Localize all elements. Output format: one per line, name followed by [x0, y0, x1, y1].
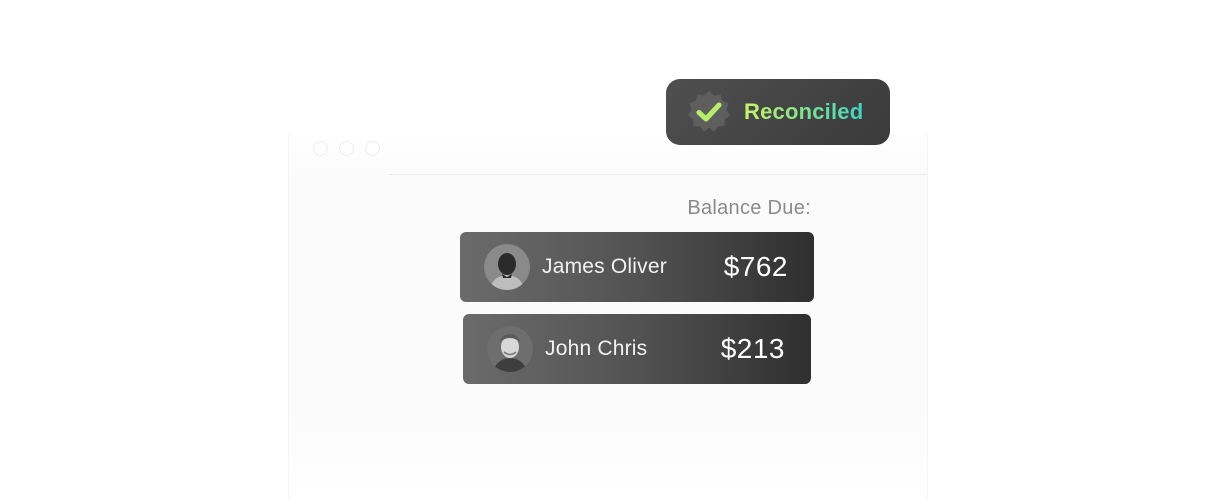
stage: Reconciled Balance Due: James Oliver $76… — [0, 0, 1216, 500]
verified-check-icon — [686, 89, 732, 135]
avatar — [487, 326, 533, 372]
window-controls — [313, 141, 380, 156]
window-divider — [389, 174, 927, 175]
balance-due-label: Balance Due: — [687, 197, 811, 219]
payee-amount: $213 — [720, 333, 785, 364]
payee-row[interactable]: James Oliver $762 — [460, 232, 814, 302]
reconciled-badge: Reconciled — [666, 79, 890, 145]
payee-name: John Chris — [545, 337, 648, 360]
window-close-dot[interactable] — [313, 141, 328, 156]
payee-name: James Oliver — [542, 255, 667, 278]
window-maximize-dot[interactable] — [365, 141, 380, 156]
avatar — [484, 244, 530, 290]
payee-amount: $762 — [723, 251, 788, 282]
badge-label: Reconciled — [744, 99, 864, 124]
window-minimize-dot[interactable] — [339, 141, 354, 156]
payee-row[interactable]: John Chris $213 — [463, 314, 811, 384]
